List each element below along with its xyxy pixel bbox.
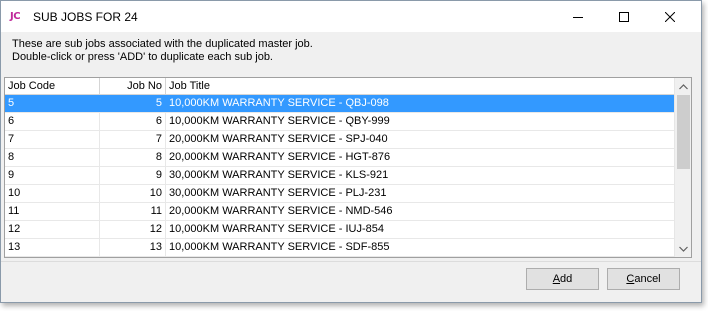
close-button[interactable] (647, 1, 693, 32)
cell-job-code: 10 (5, 185, 100, 202)
cell-job-title: 30,000KM WARRANTY SERVICE - PLJ-231 (169, 187, 387, 199)
app-logo: JC (10, 11, 21, 22)
column-header-job-no[interactable]: Job No (100, 78, 166, 95)
sub-jobs-grid[interactable]: Job Code Job No Job Title 5 5 10,000KM WAR… (4, 77, 692, 258)
table-row[interactable]: 5 5 10,000KM WARRANTY SERVICE - QBJ-098 (5, 95, 674, 113)
cell-job-no: 12 (100, 221, 166, 238)
cell-job-code: 7 (5, 131, 100, 148)
vertical-scrollbar[interactable] (674, 78, 691, 257)
table-row[interactable]: 11 11 20,000KM WARRANTY SERVICE - NMD-546 (5, 203, 674, 221)
cell-job-code: 6 (5, 113, 100, 130)
scroll-down-button[interactable] (675, 240, 691, 257)
chevron-up-icon (679, 83, 688, 89)
cell-job-title: 10,000KM WARRANTY SERVICE - QBY-999 (169, 115, 390, 127)
maximize-button[interactable] (601, 1, 647, 32)
add-button[interactable]: Add (526, 268, 599, 290)
column-header-job-title[interactable]: Job Title (166, 78, 674, 95)
grid-header: Job Code Job No Job Title (5, 78, 674, 95)
cancel-label: ancel (634, 273, 661, 285)
add-label: dd (560, 273, 573, 285)
cell-job-title: 10,000KM WARRANTY SERVICE - SDF-855 (169, 241, 390, 253)
cell-job-no: 9 (100, 167, 166, 184)
column-header-job-code[interactable]: Job Code (5, 78, 100, 95)
cell-job-title: 20,000KM WARRANTY SERVICE - SPJ-040 (169, 133, 388, 145)
cell-job-title: 30,000KM WARRANTY SERVICE - KLS-921 (169, 169, 389, 181)
window-title: SUB JOBS FOR 24 (33, 9, 138, 24)
table-row[interactable]: 8 8 20,000KM WARRANTY SERVICE - HGT-876 (5, 149, 674, 167)
cell-job-no: 8 (100, 149, 166, 166)
sub-jobs-dialog: JC SUB JOBS FOR 24 These are sub jobs as… (0, 0, 702, 303)
cell-job-title: 20,000KM WARRANTY SERVICE - HGT-876 (169, 151, 391, 163)
cell-job-no: 6 (100, 113, 166, 130)
scroll-up-button[interactable] (675, 78, 691, 95)
cell-job-title: 20,000KM WARRANTY SERVICE - NMD-546 (169, 205, 393, 217)
instructions: These are sub jobs associated with the d… (12, 38, 313, 64)
table-row[interactable]: 10 10 30,000KM WARRANTY SERVICE - PLJ-231 (5, 185, 674, 203)
minimize-icon (573, 16, 583, 18)
table-row[interactable]: 9 9 30,000KM WARRANTY SERVICE - KLS-921 (5, 167, 674, 185)
grid-rows: 5 5 10,000KM WARRANTY SERVICE - QBJ-098 6 6 1… (5, 95, 674, 257)
cell-job-no: 13 (100, 239, 166, 256)
close-icon (665, 11, 675, 22)
cell-job-no: 5 (100, 95, 166, 112)
maximize-icon (619, 11, 629, 22)
cell-job-title: 10,000KM WARRANTY SERVICE - QBJ-098 (169, 97, 389, 109)
scroll-thumb[interactable] (677, 95, 690, 169)
table-row[interactable]: 6 6 10,000KM WARRANTY SERVICE - QBY-999 (5, 113, 674, 131)
chevron-down-icon (679, 246, 688, 252)
cell-job-code: 9 (5, 167, 100, 184)
title-bar[interactable]: JC SUB JOBS FOR 24 (1, 1, 701, 32)
cell-job-code: 5 (5, 95, 100, 112)
cell-job-code: 12 (5, 221, 100, 238)
cell-job-no: 11 (100, 203, 166, 220)
cell-job-code: 8 (5, 149, 100, 166)
cell-job-no: 7 (100, 131, 166, 148)
cancel-button[interactable]: Cancel (607, 268, 680, 290)
instruction-line-1: These are sub jobs associated with the d… (12, 38, 313, 50)
add-accelerator: A (552, 273, 561, 285)
cell-job-no: 10 (100, 185, 166, 202)
table-row[interactable]: 7 7 20,000KM WARRANTY SERVICE - SPJ-040 (5, 131, 674, 149)
instruction-line-2: Double-click or press 'ADD' to duplicate… (12, 51, 273, 63)
cell-job-code: 13 (5, 239, 100, 256)
cancel-accelerator: C (626, 273, 635, 285)
minimize-button[interactable] (555, 1, 601, 32)
cell-job-code: 11 (5, 203, 100, 220)
table-row[interactable]: 12 12 10,000KM WARRANTY SERVICE - IUJ-854 (5, 221, 674, 239)
footer-divider (1, 261, 701, 262)
cell-job-title: 10,000KM WARRANTY SERVICE - IUJ-854 (169, 223, 384, 235)
table-row[interactable]: 13 13 10,000KM WARRANTY SERVICE - SDF-855 (5, 239, 674, 257)
